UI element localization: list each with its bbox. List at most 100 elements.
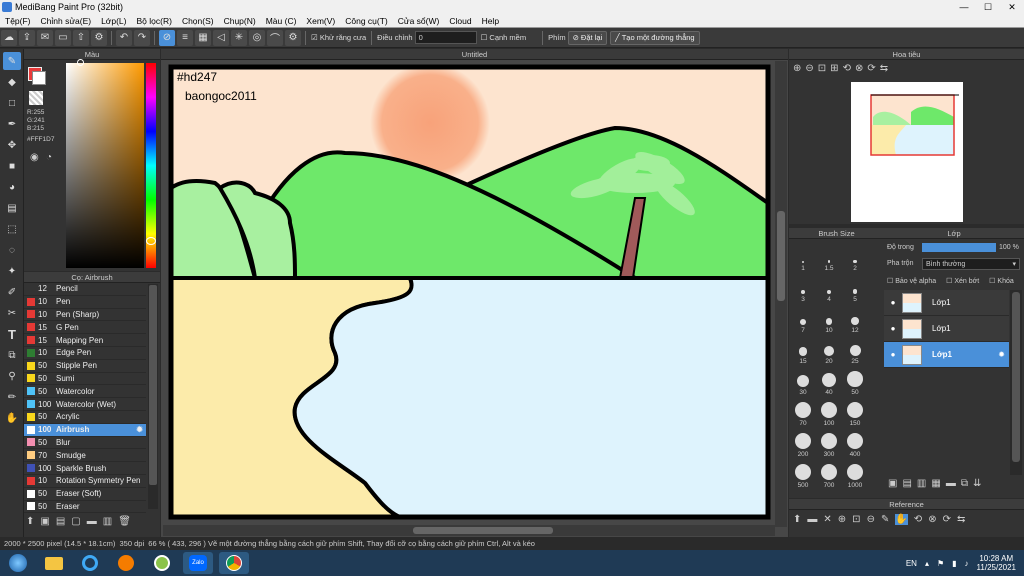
- ref-zoom-in-icon[interactable]: ⊕: [838, 514, 846, 525]
- chrome-icon[interactable]: [219, 552, 249, 574]
- ref-folder-icon[interactable]: ▬: [807, 514, 817, 525]
- hand-tool-icon[interactable]: ✋: [3, 409, 21, 427]
- select-tool-icon[interactable]: ⬚: [3, 220, 21, 238]
- protect-alpha-checkbox[interactable]: ☐ Bảo vệ alpha: [887, 277, 936, 285]
- brush-tool-icon[interactable]: ✎: [3, 52, 21, 70]
- brush-size-option[interactable]: 200: [791, 428, 815, 458]
- brush-size-option[interactable]: 50: [843, 366, 867, 396]
- brush-size-option[interactable]: 15: [791, 335, 815, 365]
- blend-select[interactable]: Bình thường ▾: [922, 258, 1020, 270]
- brush-size-option[interactable]: 70: [791, 397, 815, 427]
- media-player-icon[interactable]: [111, 552, 141, 574]
- brush-item[interactable]: 12 Pencil: [24, 283, 146, 296]
- layer-add-8bit-icon[interactable]: ▤: [902, 478, 911, 489]
- brush-size-option[interactable]: 150: [843, 397, 867, 427]
- gradient-tool-icon[interactable]: ▤: [3, 199, 21, 217]
- internet-explorer-icon[interactable]: [75, 552, 105, 574]
- visibility-icon[interactable]: ●: [884, 350, 902, 359]
- hue-slider-handle[interactable]: [146, 237, 156, 245]
- reset-button[interactable]: ⊘ Đặt lại: [567, 30, 608, 45]
- visibility-icon[interactable]: ●: [884, 298, 902, 307]
- close-button[interactable]: ✕: [1000, 0, 1024, 14]
- brush-item[interactable]: 100 Airbrush ✹: [24, 423, 146, 437]
- file-explorer-icon[interactable]: [39, 552, 69, 574]
- menu-file[interactable]: Tệp(F): [0, 16, 36, 26]
- snap-setting-icon[interactable]: ⚙: [285, 29, 301, 46]
- divide-tool-icon[interactable]: ⧉: [3, 346, 21, 364]
- brush-item[interactable]: 10 Pen: [24, 296, 146, 309]
- saturation-value-picker[interactable]: [66, 63, 144, 268]
- snap-parallel-icon[interactable]: ≡: [177, 29, 193, 46]
- zoom-in-icon[interactable]: ⊕: [793, 63, 801, 74]
- eyedropper-tool-icon[interactable]: ⚲: [3, 367, 21, 385]
- layer-duplicate-icon[interactable]: ⧉: [961, 478, 968, 489]
- ref-zoom-out-icon[interactable]: ⊖: [867, 514, 875, 525]
- brush-item[interactable]: 10 Edge Pen: [24, 347, 146, 360]
- layer-item[interactable]: ● Lớp1: [884, 316, 1009, 342]
- brush-size-option[interactable]: 20: [817, 335, 841, 365]
- fill-rect-tool-icon[interactable]: ■: [3, 157, 21, 175]
- brush-size-option[interactable]: 10: [817, 304, 841, 334]
- brush-folder-icon[interactable]: ▬: [87, 516, 97, 527]
- chat-icon[interactable]: ✉: [37, 29, 53, 46]
- navigator-preview[interactable]: [851, 82, 963, 222]
- volume-icon[interactable]: ♪: [965, 559, 969, 568]
- brush-item[interactable]: 50 Eraser: [24, 501, 146, 514]
- brush-size-option[interactable]: 700: [817, 459, 841, 489]
- opacity-slider[interactable]: [922, 243, 996, 252]
- zalo-icon[interactable]: Zalo: [183, 552, 213, 574]
- layer-item[interactable]: ● Lớp1: [884, 290, 1009, 316]
- brush-size-option[interactable]: 4: [817, 273, 841, 303]
- color-picker-cursor[interactable]: [77, 59, 84, 66]
- app-green-icon[interactable]: [147, 552, 177, 574]
- ref-rotate-reset-icon[interactable]: ⊗: [928, 514, 936, 525]
- menu-snap[interactable]: Chụp(N): [219, 16, 261, 26]
- ref-rotate-left-icon[interactable]: ⟲: [914, 514, 922, 525]
- minimize-button[interactable]: —: [952, 0, 976, 14]
- brush-download-icon[interactable]: ⬆: [26, 516, 34, 527]
- tray-chevron-icon[interactable]: ▴: [925, 559, 929, 568]
- brush-item[interactable]: 50 Sumi: [24, 373, 146, 386]
- lasso-tool-icon[interactable]: ◌: [3, 241, 21, 259]
- menu-layer[interactable]: Lớp(L): [96, 16, 131, 26]
- brush-item[interactable]: 10 Pen (Sharp): [24, 309, 146, 322]
- upload-icon[interactable]: ⇪: [19, 29, 35, 46]
- snap-circle-icon[interactable]: ◎: [249, 29, 265, 46]
- straight-line-button[interactable]: ╱ Tạo một đường thẳng: [610, 30, 700, 45]
- ref-pen-icon[interactable]: ✎: [881, 514, 889, 525]
- ref-hand-icon[interactable]: ✋: [895, 514, 908, 525]
- move-tool-icon[interactable]: ✥: [3, 136, 21, 154]
- flip-icon[interactable]: ⇆: [880, 63, 888, 74]
- ref-fit-icon[interactable]: ⊡: [852, 514, 860, 525]
- ref-rotate-right-icon[interactable]: ⟳: [943, 514, 951, 525]
- redo-icon[interactable]: ↷: [134, 29, 150, 46]
- share-icon[interactable]: ⇧: [73, 29, 89, 46]
- snap-vanish-icon[interactable]: ◁: [213, 29, 229, 46]
- clock[interactable]: 10:28 AM 11/25/2021: [977, 554, 1016, 572]
- lock-checkbox[interactable]: ☐ Khóa: [989, 277, 1014, 285]
- brush-item[interactable]: 50 Acrylic: [24, 411, 146, 424]
- flag-icon[interactable]: ⚑: [937, 559, 944, 568]
- color-history-icon[interactable]: ◔: [46, 152, 52, 163]
- menu-edit[interactable]: Chỉnh sửa(E): [36, 16, 97, 26]
- brush-new-icon[interactable]: ▤: [56, 516, 65, 527]
- brush-size-option[interactable]: 300: [817, 428, 841, 458]
- menu-window[interactable]: Cửa sổ(W): [393, 16, 445, 26]
- network-icon[interactable]: ▮: [952, 559, 956, 568]
- layer-add-icon[interactable]: ▣: [888, 478, 897, 489]
- menu-cloud[interactable]: Cloud: [444, 16, 476, 26]
- brush-size-option[interactable]: 1.5: [817, 242, 841, 272]
- brush-item[interactable]: 50 Stipple Pen: [24, 360, 146, 373]
- brush-size-option[interactable]: 5: [843, 273, 867, 303]
- maximize-button[interactable]: ☐: [976, 0, 1000, 14]
- undo-icon[interactable]: ↶: [116, 29, 132, 46]
- menu-tools[interactable]: Công cụ(T): [340, 16, 393, 26]
- brush-size-option[interactable]: 3: [791, 273, 815, 303]
- brush-size-option[interactable]: 12: [843, 304, 867, 334]
- rotate-left-icon[interactable]: ⟲: [843, 63, 851, 74]
- fit-icon[interactable]: ⊡: [818, 63, 826, 74]
- snap-off-icon[interactable]: ⊘: [159, 29, 175, 46]
- settings-icon[interactable]: ⚙: [91, 29, 107, 46]
- cloud-icon[interactable]: ☁: [1, 29, 17, 46]
- text-tool-icon[interactable]: T: [3, 325, 21, 343]
